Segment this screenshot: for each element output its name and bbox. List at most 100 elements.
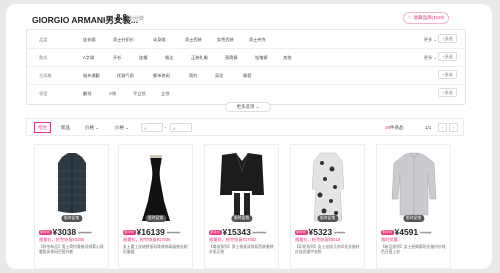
product-image-shirt	[391, 152, 437, 216]
multi-select-button[interactable]: + 多选	[438, 88, 457, 97]
filter-row-style: 款式 A字裙 开衫 连帽 格达 正装礼服 直筒裤 铅笔裤 其他 更多 ⌄ + 多选	[27, 48, 465, 67]
promo-tag: 限时促销	[60, 215, 83, 222]
result-count: 39件商品	[385, 125, 404, 131]
product-card[interactable]: 限时促销 到手价 ¥15343 ¥27500 限量价，抢完恢复¥17052 【商…	[204, 144, 279, 269]
follower-unit: 粉丝数	[129, 16, 145, 22]
filter-option[interactable]: 半身裙	[153, 37, 166, 43]
more-options-button[interactable]: 更多选项 ⌄	[225, 102, 271, 112]
chevron-left-icon: ‹	[441, 125, 444, 130]
page-indicator: 1/1	[425, 125, 432, 130]
filter-option[interactable]: 其他	[283, 55, 291, 61]
promo-text: 限量价，抢完恢复¥3380	[39, 237, 85, 242]
filter-option[interactable]: 开衫	[113, 55, 121, 61]
filter-option[interactable]: 英伦	[215, 73, 223, 79]
filter-option[interactable]: 都市休闲	[153, 73, 170, 79]
product-image-vest	[58, 153, 86, 213]
filter-option[interactable]: A字裙	[83, 55, 94, 61]
next-page-button[interactable]: ›	[449, 123, 458, 132]
product-card[interactable]: 限时促销 到手价 ¥4591 ¥7500 限时优惠 【新品系列】女士经典廓形长袖…	[376, 144, 451, 269]
price-line: 到手价 ¥16139 ¥27000	[123, 227, 180, 237]
product-title[interactable]: 女士重工丝绒拼接珍珠装饰高级感长款礼服裙	[123, 245, 190, 255]
multi-select-button[interactable]: + 多选	[438, 52, 457, 61]
filter-option[interactable]: 铅笔裤	[255, 55, 268, 61]
filter-option[interactable]: 优雅气质	[117, 73, 134, 79]
price-separator: -	[165, 125, 167, 130]
chevron-down-icon: ⌄	[433, 37, 437, 42]
price: ¥5323	[308, 227, 333, 237]
filter-option[interactable]: 翻领	[83, 91, 91, 97]
price-line: 到手价 ¥4591 ¥7500	[381, 227, 431, 237]
filter-option[interactable]: V领	[109, 91, 116, 97]
price-range-text: 价格	[115, 125, 124, 130]
filter-label: 品类	[39, 37, 48, 42]
filter-option[interactable]: 男士夹克	[249, 37, 266, 43]
prev-page-button[interactable]: ‹	[438, 123, 447, 132]
product-card[interactable]: 限时促销 到手价 ¥5323 ¥9500 限量价，抢完恢复¥5918 【印花系列…	[290, 144, 365, 269]
sort-bar: 综合 新品 价格 ⌄ 价格 ⌄ ¥ - ¥ 39件商品 1/1 ‹ ›	[26, 118, 464, 136]
filter-label: 领型	[39, 91, 48, 96]
price-badge: 到手价	[381, 229, 394, 235]
original-price: ¥27000	[166, 229, 181, 235]
promo-tag: 限时促销	[230, 215, 253, 222]
filter-option[interactable]: 女性西装	[217, 37, 234, 43]
promo-text: 限量价，抢完恢复¥17052	[209, 237, 257, 242]
product-title[interactable]: 【商务系列】男士修身双排扣西装套装羊毛正装	[209, 245, 276, 255]
price-range-label[interactable]: 价格 ⌄	[115, 125, 129, 131]
filter-label: 主风格	[39, 73, 52, 78]
multi-select-label: 多选	[444, 71, 453, 77]
filter-option[interactable]: 男士西装	[185, 37, 202, 43]
filter-panel: 品类 连衣裙 男士针织衫 半身裙 男士西装 女性西装 男士夹克 更多 ⌄ + 多选…	[26, 29, 466, 105]
chevron-down-icon: ⌄	[125, 125, 130, 130]
promo-tag: 限时促销	[402, 215, 425, 222]
filter-option[interactable]: 男士针织衫	[113, 37, 134, 43]
price-line: 到手价 ¥5323 ¥9500	[295, 227, 345, 237]
filter-option[interactable]: 连帽	[139, 55, 147, 61]
price-line: 到手价 ¥15343 ¥27500	[209, 227, 266, 237]
filter-option[interactable]: 摩登	[243, 73, 251, 79]
price-max-input[interactable]: ¥	[170, 123, 192, 132]
more-label: 更多	[423, 37, 433, 42]
filter-row-main-style: 主风格 城乡通勤 优雅气质 都市休闲 简约 英伦 摩登 + 多选	[27, 66, 465, 85]
promo-text: 限量价，抢完恢复¥5918	[295, 237, 341, 242]
product-image-suit	[220, 152, 264, 221]
sort-price[interactable]: 价格 ⌄	[85, 125, 99, 131]
product-card[interactable]: 限时促销 到手价 ¥16139 ¥27000 限量价，抢完恢复¥17936 女士…	[118, 144, 193, 269]
product-title[interactable]: 【新品系列】女士经典廓形长袖衬衫纯色百搭上衣	[381, 245, 448, 255]
filter-option[interactable]: 城乡通勤	[83, 73, 100, 79]
product-title[interactable]: 【印花系列】女士丝质几何印花长袖衬衫连衣裙中长款	[295, 245, 362, 255]
filter-option[interactable]: 简约	[189, 73, 197, 79]
chevron-down-icon: ⌄	[255, 104, 260, 109]
filter-option[interactable]: 正装礼服	[191, 55, 208, 61]
multi-select-label: 多选	[444, 53, 453, 59]
sort-new[interactable]: 新品	[61, 125, 70, 131]
follow-brand-label: 收藏品牌(4530)	[413, 15, 445, 20]
filter-option[interactable]: 格达	[165, 55, 173, 61]
multi-select-button[interactable]: + 多选	[438, 34, 457, 43]
more-toggle[interactable]: 更多 ⌄	[424, 37, 437, 43]
chevron-right-icon: ›	[452, 125, 455, 130]
price-min-input[interactable]: ¥	[141, 123, 163, 132]
filter-row-collar: 领型 翻领 V领 平立领 立领 + 多选	[27, 84, 465, 102]
follower-count: 2.9 粉丝数	[116, 13, 144, 22]
price: ¥3038	[52, 227, 77, 237]
filter-option[interactable]: 连衣裙	[83, 37, 96, 43]
more-label: 更多	[423, 55, 433, 60]
filter-option[interactable]: 直筒裤	[225, 55, 238, 61]
sort-default-label: 综合	[38, 124, 47, 130]
heart-icon: ♡	[407, 15, 412, 20]
multi-select-label: 多选	[444, 89, 453, 95]
filter-option[interactable]: 立领	[161, 91, 169, 97]
follow-brand-button[interactable]: ♡ 收藏品牌(4530)	[403, 12, 449, 24]
price: ¥16139	[136, 227, 165, 237]
product-card[interactable]: 限时促销 到手价 ¥3038 ¥12500 限量价，抢完恢复¥3380 【秋冬新…	[34, 144, 109, 269]
count-unit: 件商品	[390, 125, 404, 130]
product-title[interactable]: 【秋冬新品】男士简约菱格羽绒背心保暖防风休闲百搭外套	[39, 245, 106, 255]
sort-default[interactable]: 综合	[34, 122, 51, 133]
more-options-label: 更多选项	[236, 104, 255, 109]
original-price: ¥9500	[334, 229, 346, 235]
product-image-gown	[142, 155, 170, 221]
more-toggle[interactable]: 更多 ⌄	[424, 55, 437, 61]
price-line: 到手价 ¥3038 ¥12500	[39, 227, 92, 237]
filter-option[interactable]: 平立领	[133, 91, 146, 97]
multi-select-button[interactable]: + 多选	[438, 70, 457, 79]
